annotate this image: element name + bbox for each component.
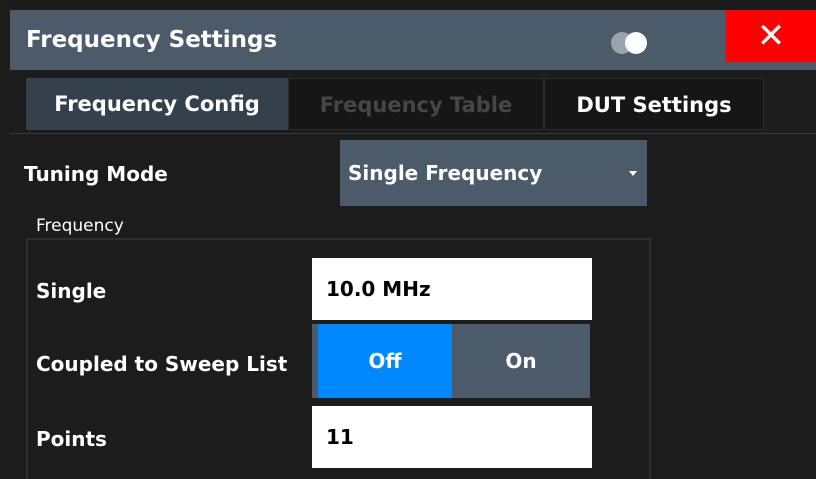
points-input[interactable]: 11 [312, 406, 592, 468]
coupled-off-option[interactable]: Off [318, 324, 452, 398]
coupled-toggle[interactable]: Off On [312, 324, 590, 398]
tab-dut-settings[interactable]: DUT Settings [544, 78, 764, 130]
tab-frequency-config[interactable]: Frequency Config [26, 78, 288, 130]
close-button[interactable]: ✕ [726, 10, 816, 62]
tuning-mode-value: Single Frequency [348, 161, 543, 185]
frequency-group-legend: Frequency [36, 216, 124, 236]
tab-bar: Frequency Config Frequency Table DUT Set… [10, 70, 816, 134]
frequency-settings-dialog: Frequency Settings ✕ Frequency Config Fr… [10, 0, 816, 479]
points-label: Points [36, 427, 107, 451]
coupled-on-option[interactable]: On [452, 324, 590, 398]
coupled-to-sweep-list-label: Coupled to Sweep List [36, 352, 288, 376]
single-frequency-input[interactable]: 10.0 MHz [312, 258, 592, 320]
tuning-mode-dropdown[interactable]: Single Frequency [340, 140, 647, 206]
chevron-down-icon [629, 171, 637, 176]
tab-content: Tuning Mode Single Frequency Frequency S… [10, 134, 816, 479]
tuning-mode-label: Tuning Mode [24, 162, 168, 186]
dialog-title: Frequency Settings [26, 27, 278, 53]
transparency-toggle-icon[interactable] [610, 31, 656, 55]
single-label: Single [36, 279, 107, 303]
dialog-titlebar: Frequency Settings ✕ [10, 10, 816, 70]
tab-frequency-table: Frequency Table [288, 78, 544, 130]
